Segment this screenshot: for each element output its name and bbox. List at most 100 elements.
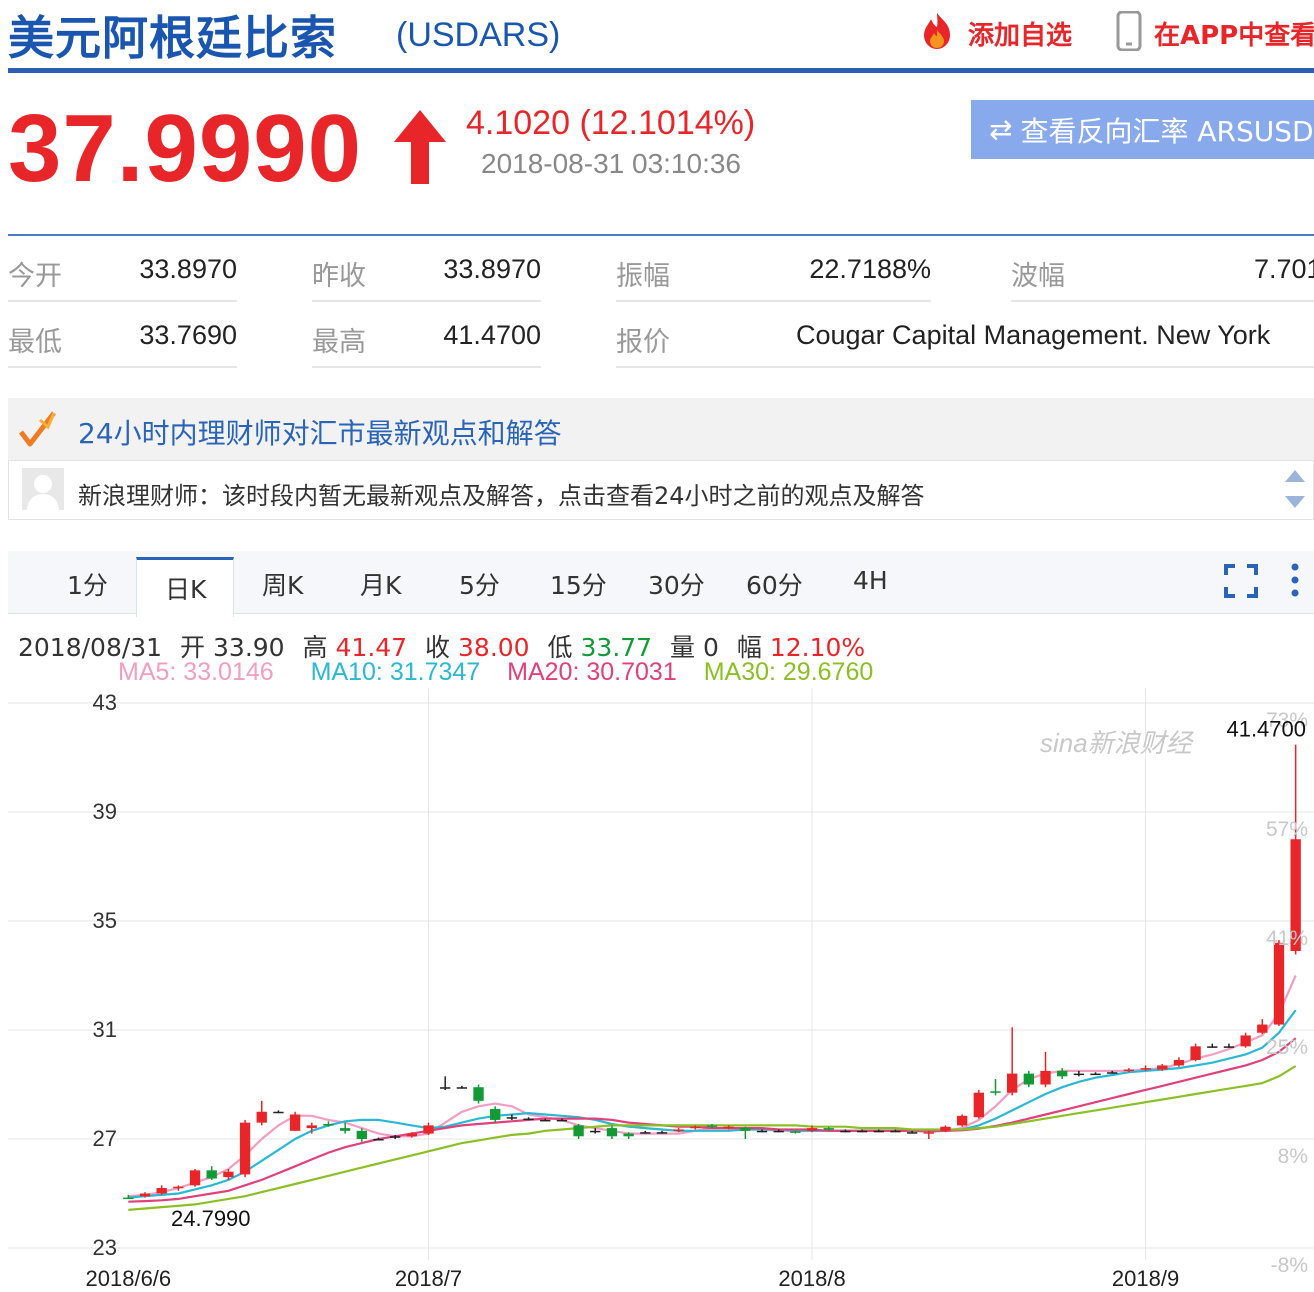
x-tick-label: 2018/7 [395, 1266, 462, 1291]
ma20-value: MA20: 30.7031 [507, 658, 677, 686]
view-in-app-label: 在APP中查看 [1154, 20, 1314, 51]
view-in-app-button[interactable]: 在APP中查看 [1116, 10, 1314, 56]
candle-body [990, 1091, 1001, 1093]
candle-body [956, 1115, 968, 1126]
candle-body [840, 1130, 851, 1133]
candle-body [373, 1139, 384, 1141]
tab-4h[interactable]: 4H [853, 566, 888, 595]
ma-line-ma10 [128, 1009, 1297, 1199]
candle-body [690, 1126, 701, 1129]
candle-body [456, 1087, 468, 1089]
up-arrow-icon [392, 108, 448, 190]
advisor-title-link[interactable]: 24小时内理财师对汇市最新观点和解答 [78, 412, 562, 452]
candle-body [173, 1186, 184, 1189]
tab-60min[interactable]: 60分 [746, 566, 803, 602]
ma-line-ma20 [128, 1037, 1297, 1203]
candle-body [1040, 1070, 1051, 1085]
tab-15min[interactable]: 15分 [550, 566, 607, 602]
add-watchlist-button[interactable]: 添加自选 [916, 10, 1072, 56]
x-tick-label: 2018/9 [1112, 1266, 1179, 1291]
quote-source-label: 报价 [616, 327, 670, 358]
candle-body [573, 1125, 584, 1137]
scroll-updown-icon[interactable] [1284, 468, 1306, 514]
tab-weekly-k[interactable]: 周K [262, 566, 303, 602]
fire-icon [916, 10, 958, 56]
candle-body [1257, 1024, 1268, 1033]
candle-body [356, 1130, 367, 1139]
amplitude-label: 振幅 [616, 261, 670, 292]
candle-body [1223, 1046, 1235, 1048]
range-label: 波幅 [1011, 261, 1065, 292]
y-tick-label: 27 [93, 1126, 117, 1151]
reverse-rate-button[interactable]: ⇄ 查看反向汇率 ARSUSD [971, 100, 1314, 159]
candle-body [473, 1087, 484, 1101]
tab-1min[interactable]: 1分 [67, 566, 108, 602]
candle-body [890, 1130, 901, 1133]
candle-body [223, 1171, 234, 1178]
stat-divider [8, 366, 237, 368]
quote-source-value: Cougar Capital Management. New York [796, 320, 1271, 350]
y-tick-label: 39 [93, 799, 117, 824]
candle-body [1157, 1065, 1168, 1070]
ma-legend: MA5: 33.0146 MA10: 31.7347 MA20: 30.7031… [118, 658, 873, 687]
candle-body [389, 1136, 401, 1138]
swap-icon: ⇄ [989, 113, 1013, 146]
candle-body [1207, 1046, 1218, 1048]
candle-body [590, 1130, 601, 1133]
candle-body [1123, 1069, 1135, 1072]
stat-divider [312, 300, 541, 302]
high-label: 最高 [312, 327, 366, 358]
candle-body [306, 1125, 317, 1129]
candle-body [1006, 1073, 1018, 1093]
fullscreen-icon[interactable] [1224, 564, 1258, 602]
candle-body [623, 1133, 634, 1137]
tab-monthly-k[interactable]: 月K [360, 566, 401, 602]
phone-icon [1116, 10, 1142, 55]
stat-divider [1011, 300, 1314, 302]
percent-tick-label: 25% [1266, 1036, 1308, 1059]
reverse-rate-label: 查看反向汇率 ARSUSD [1020, 114, 1314, 148]
ma30-value: MA30: 29.6760 [703, 658, 874, 686]
candle-body [773, 1130, 784, 1133]
high-value: 41.4700 [443, 320, 541, 350]
low-label: 最低 [8, 327, 62, 358]
price-change: 4.1020 (12.1014%) [466, 104, 756, 142]
y-tick-label: 31 [93, 1017, 117, 1042]
candle-body [1073, 1073, 1085, 1076]
current-price: 37.9990 [8, 95, 363, 202]
candle-body [139, 1193, 151, 1197]
stat-divider [8, 300, 237, 302]
ma-line-ma30 [128, 1065, 1297, 1211]
candle-body [1090, 1073, 1101, 1076]
more-options-icon[interactable] [1290, 562, 1300, 602]
symbol-label: (USDARS) [396, 16, 561, 54]
candle-body [440, 1087, 451, 1089]
candle-body [1240, 1035, 1251, 1047]
tab-30min[interactable]: 30分 [648, 566, 705, 602]
candlestick-chart[interactable]: sina新浪财经 4373%3957%3541%3125%278%23-8%20… [0, 688, 1314, 1292]
percent-tick-label: 57% [1266, 818, 1308, 841]
candle-body [490, 1109, 501, 1120]
low-value: 33.7690 [139, 320, 237, 350]
candle-body [723, 1126, 734, 1129]
open-label: 今开 [8, 261, 62, 292]
candle-body [156, 1188, 167, 1194]
candle-body [823, 1128, 834, 1130]
candle-body [756, 1130, 768, 1133]
candle-body [239, 1122, 251, 1175]
tab-5min[interactable]: 5分 [459, 566, 500, 602]
advisor-message-link[interactable]: 新浪理财师：该时段内暂无最新观点及解答，点击查看24小时之前的观点及解答 [78, 476, 925, 511]
candle-body [873, 1130, 884, 1133]
candle-body [973, 1092, 984, 1118]
y-tick-label: 35 [93, 908, 117, 933]
candle-body [1273, 942, 1285, 1025]
x-tick-label: 2018/6/6 [86, 1266, 172, 1291]
ma5-value: MA5: 33.0146 [118, 658, 274, 686]
max-price-label: 41.4700 [1226, 717, 1306, 742]
amplitude-value: 22.7188% [809, 254, 931, 284]
candle-body [523, 1118, 534, 1121]
candle-body [1023, 1073, 1035, 1085]
tab-daily-k[interactable]: 日K [165, 570, 206, 606]
candle-body [289, 1114, 301, 1131]
page-title: 美元阿根廷比索 [8, 11, 337, 65]
